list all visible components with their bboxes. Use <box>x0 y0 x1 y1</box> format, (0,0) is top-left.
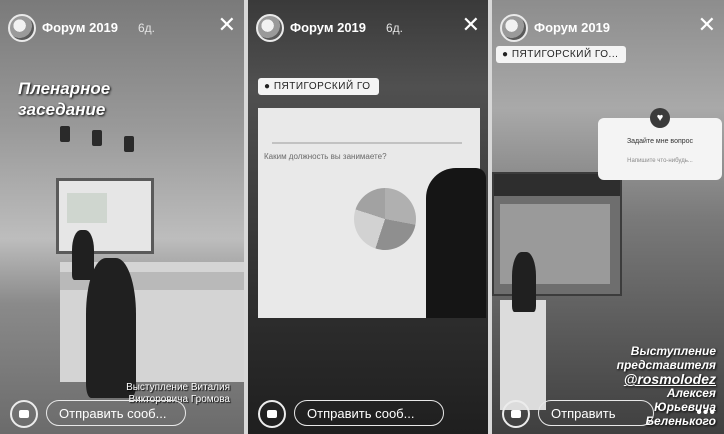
speaker <box>72 230 94 280</box>
close-icon[interactable]: ✕ <box>462 14 480 36</box>
ceiling-light <box>92 130 102 146</box>
audience-member <box>86 258 136 398</box>
heart-icon: ♥ <box>650 108 670 128</box>
more-options-icon[interactable]: ••• <box>696 404 716 422</box>
location-sticker[interactable]: ● ПЯТИГОРСКИЙ ГО <box>258 78 379 95</box>
camera-icon[interactable] <box>10 400 38 428</box>
account-name[interactable]: Форум 2019 <box>290 20 366 35</box>
location-sticker[interactable]: ● ПЯТИГОРСКИЙ ГО... <box>496 46 627 63</box>
account-name[interactable]: Форум 2019 <box>534 20 610 35</box>
story-footer: Отправить сооб... <box>248 396 488 432</box>
story-panel-3[interactable]: Форум 2019 ✕ ● ПЯТИГОРСКИЙ ГО... ♥ Задай… <box>492 0 724 434</box>
question-subtitle: Напишите что-нибудь... <box>627 158 693 164</box>
speaker <box>512 252 536 312</box>
story-footer: Отправить сооб... <box>0 396 244 432</box>
story-header: Форум 2019 6д. ✕ <box>248 10 488 50</box>
podium <box>500 300 546 410</box>
question-title: Задайте мне вопрос <box>626 138 694 145</box>
camera-icon[interactable] <box>502 400 530 428</box>
reply-input[interactable]: Отправить сооб... <box>294 400 444 426</box>
reply-input[interactable]: Отправить сооб... <box>538 400 654 434</box>
story-panel-2[interactable]: Каким должность вы занимаете? Форум 2019… <box>248 0 488 434</box>
account-avatar[interactable] <box>8 14 36 42</box>
question-sticker[interactable]: ♥ Задайте мне вопрос Напишите что-нибудь… <box>598 108 722 180</box>
story-age: 6д. <box>386 21 404 35</box>
story-header: Форум 2019 6д. ✕ <box>0 10 244 50</box>
reply-input[interactable]: Отправить сооб... <box>46 400 186 426</box>
story-age: 6д. <box>138 21 156 35</box>
account-avatar[interactable] <box>256 14 284 42</box>
camera-icon[interactable] <box>258 400 286 428</box>
speaker-silhouette <box>426 168 486 318</box>
account-avatar[interactable] <box>500 14 528 42</box>
ceiling-light <box>60 126 70 142</box>
story-footer: Отправить сооб... ••• <box>492 396 724 434</box>
account-name[interactable]: Форум 2019 <box>42 20 118 35</box>
ceiling-light <box>124 136 134 152</box>
close-icon[interactable]: ✕ <box>218 14 236 36</box>
story-header: Форум 2019 ✕ <box>492 10 724 50</box>
presentation-screen <box>56 178 154 254</box>
slide-pie-chart <box>354 188 416 250</box>
story-panel-1[interactable]: Форум 2019 6д. ✕ Пленарное заседание Выс… <box>0 0 244 434</box>
slide-question: Каким должность вы занимаете? <box>264 152 387 161</box>
close-icon[interactable]: ✕ <box>698 14 716 36</box>
story-caption: Пленарное заседание <box>18 79 111 119</box>
projected-slide: Каким должность вы занимаете? <box>258 108 486 318</box>
